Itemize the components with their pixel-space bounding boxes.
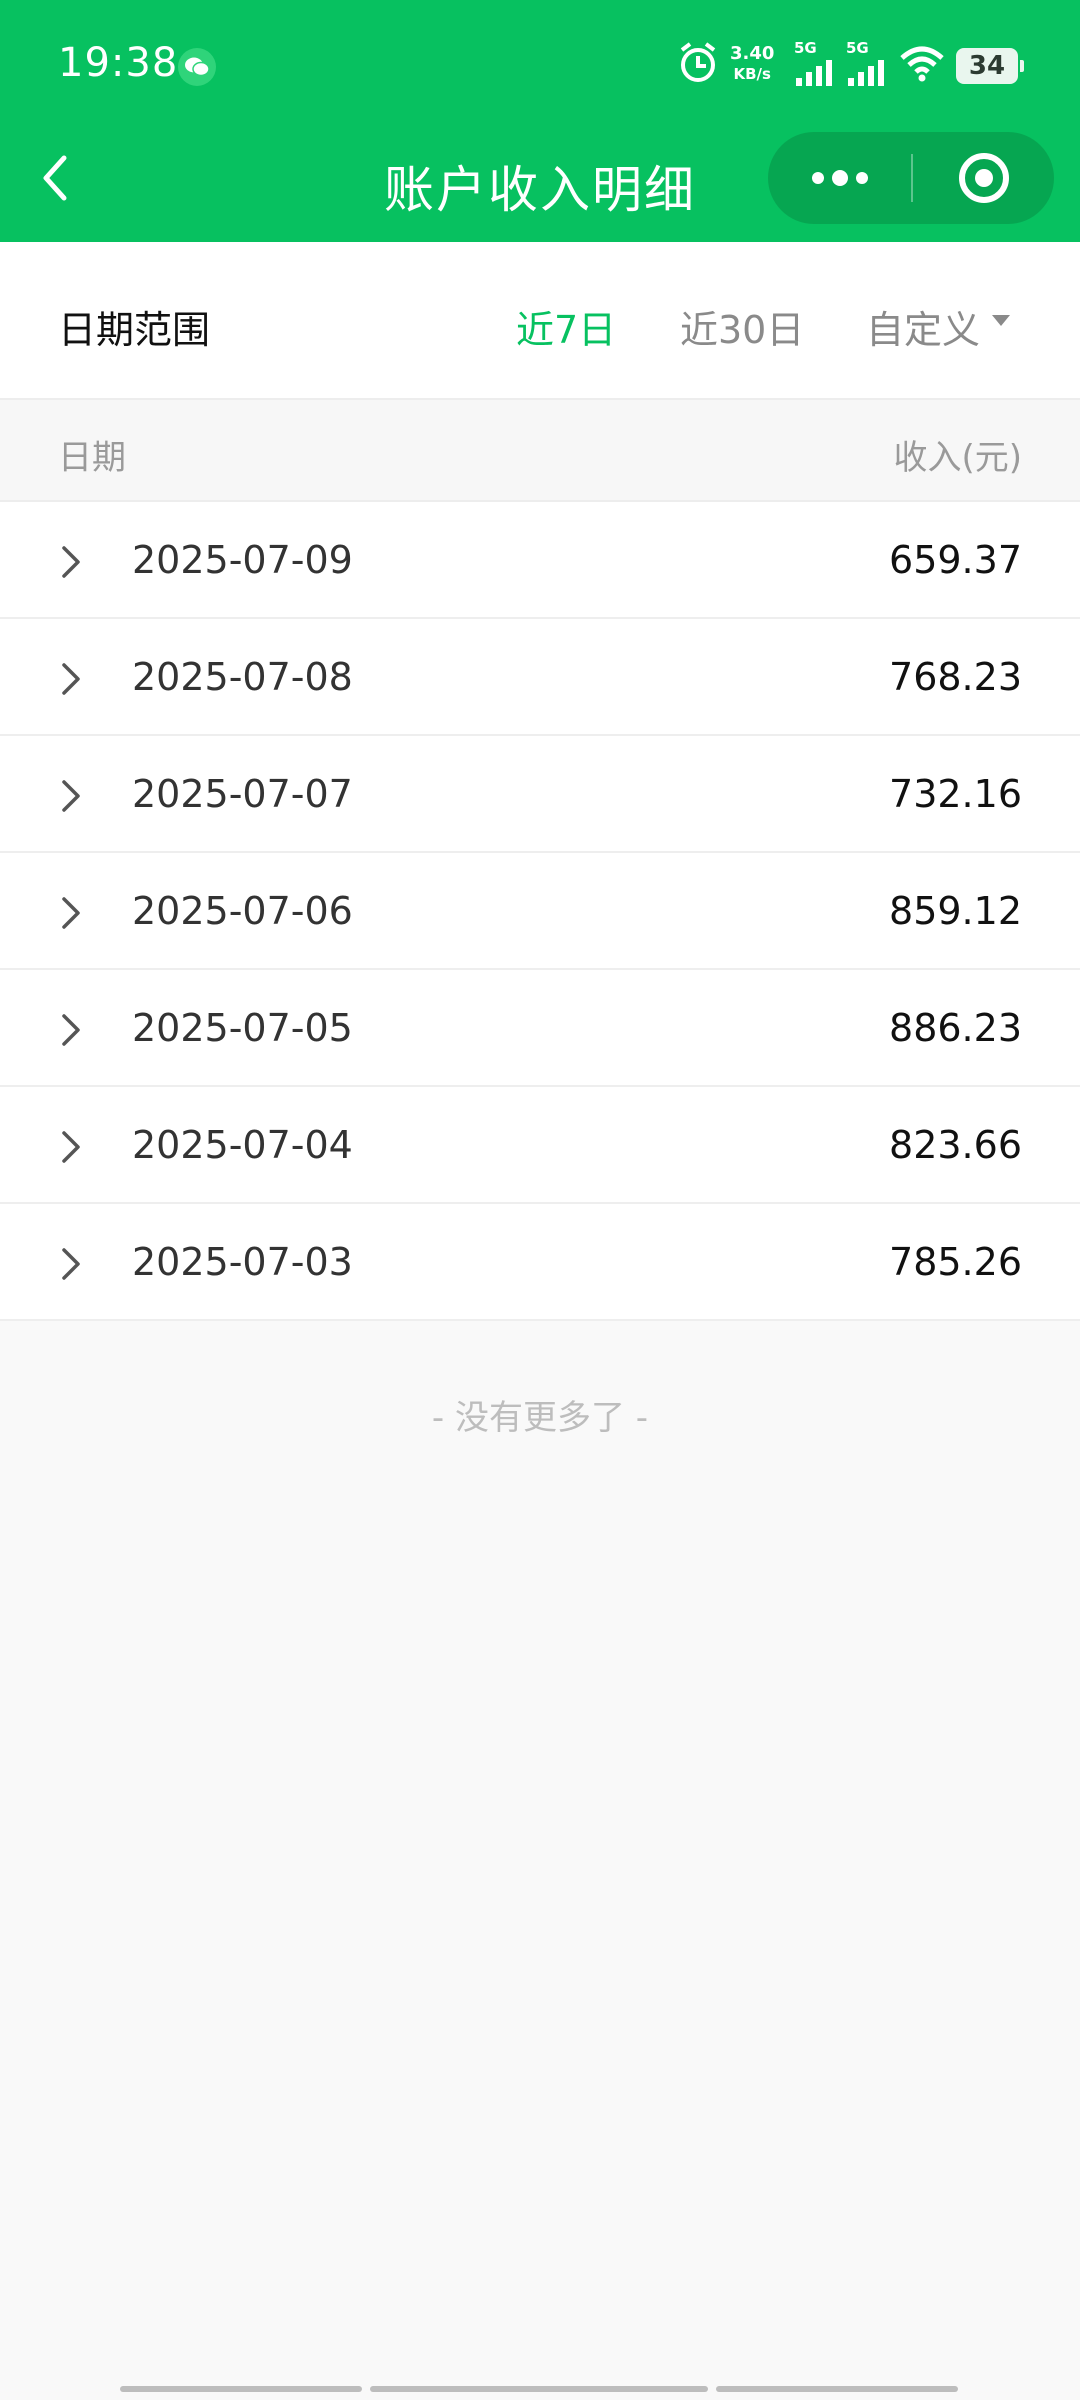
wifi-icon	[900, 40, 946, 90]
net-speed-unit: KB/s	[733, 65, 771, 83]
row-date: 2025-07-03	[132, 1240, 353, 1284]
table-row[interactable]: 2025-07-06 859.12	[0, 853, 1080, 970]
filter-option-30-days[interactable]: 近30日	[680, 299, 804, 354]
column-header-income: 收入(元)	[893, 438, 1022, 478]
close-target-icon	[958, 153, 1009, 203]
battery-indicator: 34	[956, 48, 1024, 84]
row-date: 2025-07-07	[132, 772, 353, 816]
net-speed-value: 3.40	[730, 43, 775, 64]
status-time: 19:38	[58, 40, 179, 86]
gesture-bar[interactable]	[716, 2386, 958, 2392]
signal-icon: 5G	[846, 40, 892, 90]
table-row[interactable]: 2025-07-09 659.37	[0, 502, 1080, 619]
chevron-right-icon	[62, 780, 80, 812]
alarm-icon	[676, 40, 720, 90]
signal-label: 5G	[794, 39, 817, 57]
no-more-indicator: - 没有更多了 -	[431, 1398, 649, 1438]
signal-icon: 5G	[794, 40, 838, 90]
mini-program-capsule	[768, 132, 1054, 224]
chevron-right-icon	[62, 546, 80, 578]
table-row[interactable]: 2025-07-07 732.16	[0, 736, 1080, 853]
caret-down-icon[interactable]	[992, 315, 1010, 326]
chevron-right-icon	[62, 897, 80, 929]
row-amount: 659.37	[889, 538, 1022, 582]
row-amount: 886.23	[889, 1006, 1022, 1050]
chevron-right-icon	[62, 1131, 80, 1163]
row-date: 2025-07-06	[132, 889, 353, 933]
table-row[interactable]: 2025-07-04 823.66	[0, 1087, 1080, 1204]
table-row[interactable]: 2025-07-08 768.23	[0, 619, 1080, 736]
signal-label: 5G	[846, 39, 869, 57]
wechat-icon	[178, 48, 216, 86]
row-date: 2025-07-04	[132, 1123, 353, 1167]
app-header: 19:38 3.40 KB/s 5G 5G 34 账户收入明细	[0, 0, 1080, 242]
more-button[interactable]	[768, 132, 911, 224]
row-amount: 732.16	[889, 772, 1022, 816]
date-range-label: 日期范围	[58, 308, 211, 352]
row-date: 2025-07-08	[132, 655, 353, 699]
close-mini-program-button[interactable]	[913, 132, 1054, 224]
chevron-right-icon	[62, 663, 80, 695]
filter-option-7-days[interactable]: 近7日	[516, 299, 616, 354]
row-date: 2025-07-09	[132, 538, 353, 582]
row-amount: 768.23	[889, 655, 1022, 699]
date-range-filter: 日期范围 近7日 近30日 自定义	[0, 242, 1080, 400]
row-amount: 823.66	[889, 1123, 1022, 1167]
row-amount: 785.26	[889, 1240, 1022, 1284]
table-row[interactable]: 2025-07-03 785.26	[0, 1204, 1080, 1321]
income-list: 2025-07-09 659.37 2025-07-08 768.23 2025…	[0, 502, 1080, 1321]
net-speed: 3.40 KB/s	[730, 44, 774, 84]
table-header: 日期 收入(元)	[0, 400, 1080, 502]
gesture-bar[interactable]	[120, 2386, 362, 2392]
filter-option-custom[interactable]: 自定义	[866, 299, 980, 354]
chevron-right-icon	[62, 1248, 80, 1280]
chevron-right-icon	[62, 1014, 80, 1046]
row-amount: 859.12	[889, 889, 1022, 933]
gesture-bar[interactable]	[370, 2386, 708, 2392]
table-row[interactable]: 2025-07-05 886.23	[0, 970, 1080, 1087]
row-date: 2025-07-05	[132, 1006, 353, 1050]
column-header-date: 日期	[58, 438, 126, 478]
more-dots-icon	[811, 170, 868, 186]
